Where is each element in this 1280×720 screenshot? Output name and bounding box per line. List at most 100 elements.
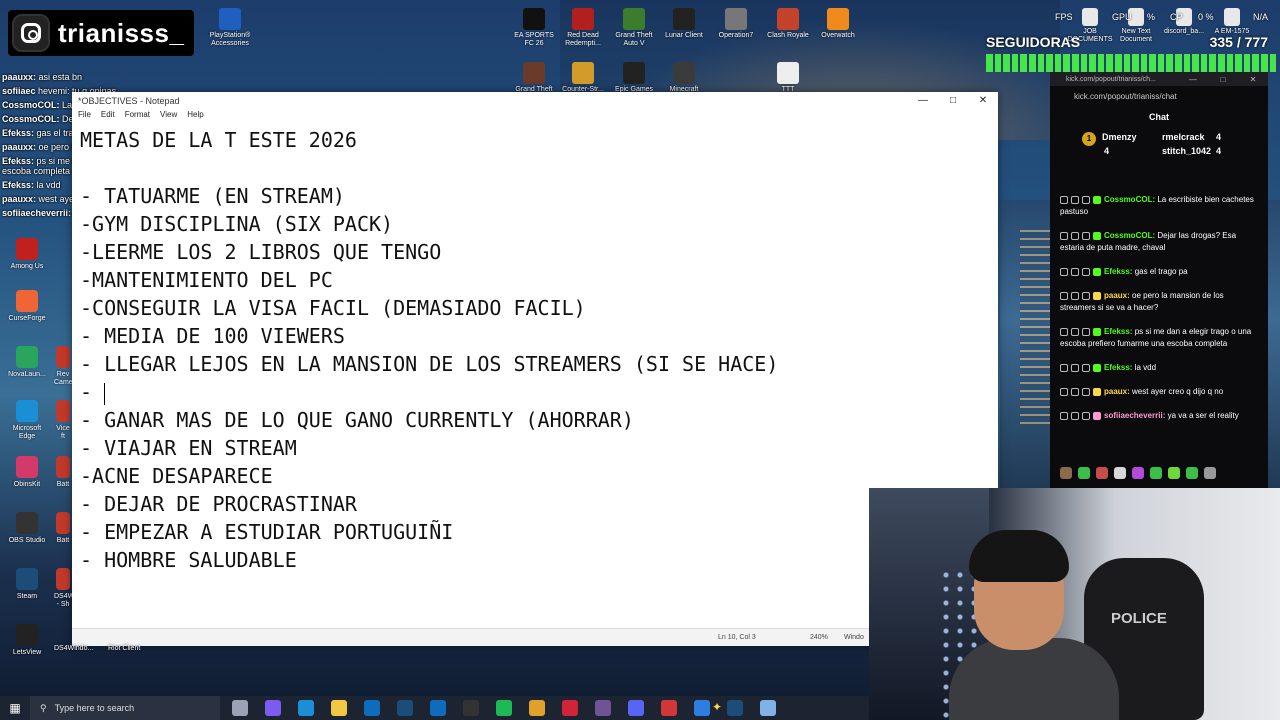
opera-icon[interactable] <box>562 700 578 716</box>
chat-username[interactable]: sofiiaecheverrii: <box>1104 411 1165 420</box>
chat-username[interactable]: CossmoCOL: <box>1104 231 1155 240</box>
desktop-icon[interactable]: LetsView <box>2 624 52 657</box>
text-line[interactable]: -MANTENIMIENTO DEL PC <box>80 266 980 294</box>
gifter-name[interactable]: stitch_1042 <box>1162 146 1211 156</box>
desktop-icon[interactable]: DS4W - Sh <box>54 568 72 609</box>
chat-username[interactable]: paaux: <box>1104 387 1130 396</box>
trash-icon[interactable] <box>1060 327 1068 336</box>
desktop-icon[interactable]: Minecraft <box>654 62 714 94</box>
gifter-name[interactable]: Dmenzy <box>1102 132 1137 142</box>
desktop-icon-label[interactable]: Riot Client <box>108 645 140 652</box>
emote-icon[interactable] <box>1204 467 1216 479</box>
desktop-icon[interactable]: CurseForge <box>2 290 52 323</box>
ban-icon[interactable] <box>1082 411 1090 420</box>
steam-icon[interactable] <box>397 700 413 716</box>
menu-item-help[interactable]: Help <box>187 110 203 122</box>
text-line[interactable]: -ACNE DESAPARECE <box>80 462 980 490</box>
menu-item-edit[interactable]: Edit <box>101 110 115 122</box>
maximize-button[interactable]: □ <box>938 92 968 110</box>
chat-username[interactable]: paaux: <box>1104 291 1130 300</box>
ban-icon[interactable] <box>1082 195 1090 204</box>
notepad-icon[interactable] <box>760 700 776 716</box>
timeout-icon[interactable] <box>1071 363 1079 372</box>
chat-maximize-button[interactable]: □ <box>1208 75 1238 84</box>
chat-popout-window[interactable]: kick.com/popout/trianiss/ch... — □ ✕ kic… <box>1050 72 1268 488</box>
text-line[interactable]: - DEJAR DE PROCRASTINAR <box>80 490 980 518</box>
emote-icon[interactable] <box>1096 467 1108 479</box>
emote-icon[interactable] <box>1186 467 1198 479</box>
timeout-icon[interactable] <box>1071 411 1079 420</box>
emote-icon[interactable] <box>1150 467 1162 479</box>
menu-item-view[interactable]: View <box>160 110 177 122</box>
trash-icon[interactable] <box>1060 231 1068 240</box>
ban-icon[interactable] <box>1082 291 1090 300</box>
emote-icon[interactable] <box>1168 467 1180 479</box>
chat-url-bar[interactable]: kick.com/popout/trianiss/chat <box>1050 86 1268 106</box>
desktop-icon[interactable]: PlayStation® Accessories <box>200 8 260 48</box>
text-line[interactable]: - GANAR MAS DE LO QUE GANO CURRENTLY (AH… <box>80 406 980 434</box>
desktop-icon[interactable]: Steam <box>2 568 52 601</box>
desktop-icon[interactable]: TTT <box>758 62 818 94</box>
ban-icon[interactable] <box>1082 267 1090 276</box>
desktop-icon[interactable]: ObinsKit <box>2 456 52 489</box>
ban-icon[interactable] <box>1082 387 1090 396</box>
trash-icon[interactable] <box>1060 387 1068 396</box>
emote-icon[interactable] <box>1060 467 1072 479</box>
emote-icon[interactable] <box>1132 467 1144 479</box>
desktop-icon[interactable]: NovaLaun... <box>2 346 52 379</box>
desktop-icon[interactable]: Operation7 <box>706 8 766 40</box>
text-line[interactable]: METAS DE LA T ESTE 2026 <box>80 126 980 154</box>
emote-bar[interactable] <box>1060 467 1216 479</box>
menu-item-format[interactable]: Format <box>125 110 150 122</box>
timeout-icon[interactable] <box>1071 387 1079 396</box>
chrome-icon[interactable] <box>529 700 545 716</box>
trash-icon[interactable] <box>1060 195 1068 204</box>
emote-icon[interactable] <box>1078 467 1090 479</box>
spotify-icon[interactable] <box>496 700 512 716</box>
timeout-icon[interactable] <box>1071 291 1079 300</box>
chat-username[interactable]: Efekss: <box>1104 327 1132 336</box>
gifter-name[interactable]: rmelcrack <box>1162 132 1205 142</box>
task-view-icon[interactable] <box>232 700 248 716</box>
ban-icon[interactable] <box>1082 231 1090 240</box>
minimize-button[interactable]: — <box>908 92 938 110</box>
timeout-icon[interactable] <box>1071 327 1079 336</box>
text-line[interactable]: -CONSEGUIR LA VISA FACIL (DEMASIADO FACI… <box>80 294 980 322</box>
text-line[interactable] <box>80 154 980 182</box>
text-line[interactable]: - VIAJAR EN STREAM <box>80 434 980 462</box>
chat-username[interactable]: Efekss: <box>1104 267 1132 276</box>
desktop-icon[interactable]: Overwatch <box>808 8 868 40</box>
trash-icon[interactable] <box>1060 267 1068 276</box>
text-line[interactable]: -LEERME LOS 2 LIBROS QUE TENGO <box>80 238 980 266</box>
timeout-icon[interactable] <box>1071 231 1079 240</box>
desktop-icon[interactable]: Among Us <box>2 238 52 271</box>
trash-icon[interactable] <box>1060 411 1068 420</box>
chat-window-titlebar[interactable]: kick.com/popout/trianiss/ch... — □ ✕ <box>1050 72 1268 86</box>
desktop-icon-label[interactable]: DS4Windo... <box>54 645 93 652</box>
menu-item-file[interactable]: File <box>78 110 91 122</box>
chat-username[interactable]: Efekss: <box>1104 363 1132 372</box>
text-line[interactable]: -GYM DISCIPLINA (SIX PACK) <box>80 210 980 238</box>
desktop-icon[interactable]: Batt <box>54 456 72 489</box>
text-line[interactable]: - <box>80 378 980 406</box>
text-line[interactable]: - EMPEZAR A ESTUDIAR PORTUGUIÑI <box>80 518 980 546</box>
notepad-window[interactable]: *OBJECTIVES - Notepad — □ ✕ File Edit Form… <box>72 92 998 646</box>
timeout-icon[interactable] <box>1071 195 1079 204</box>
emote-icon[interactable] <box>1114 467 1126 479</box>
trash-icon[interactable] <box>1060 291 1068 300</box>
steam-tray-icon[interactable] <box>727 700 743 716</box>
ban-icon[interactable] <box>1082 363 1090 372</box>
chat-minimize-button[interactable]: — <box>1178 75 1208 84</box>
riot-icon[interactable] <box>661 700 677 716</box>
timeout-icon[interactable] <box>1071 267 1079 276</box>
text-line[interactable]: - MEDIA DE 100 VIEWERS <box>80 322 980 350</box>
copilot-icon[interactable] <box>265 700 281 716</box>
desktop-icon[interactable]: Microsoft Edge <box>2 400 52 441</box>
desktop-icon[interactable]: OBS Studio <box>2 512 52 545</box>
start-button[interactable]: ▦ <box>0 696 30 720</box>
desktop-icon[interactable]: Rev Came <box>54 346 72 387</box>
text-line[interactable]: - HOMBRE SALUDABLE <box>80 546 980 574</box>
desktop-icon[interactable]: Lunar Client <box>654 8 714 40</box>
close-button[interactable]: ✕ <box>968 92 998 110</box>
vpn-icon[interactable] <box>694 700 710 716</box>
